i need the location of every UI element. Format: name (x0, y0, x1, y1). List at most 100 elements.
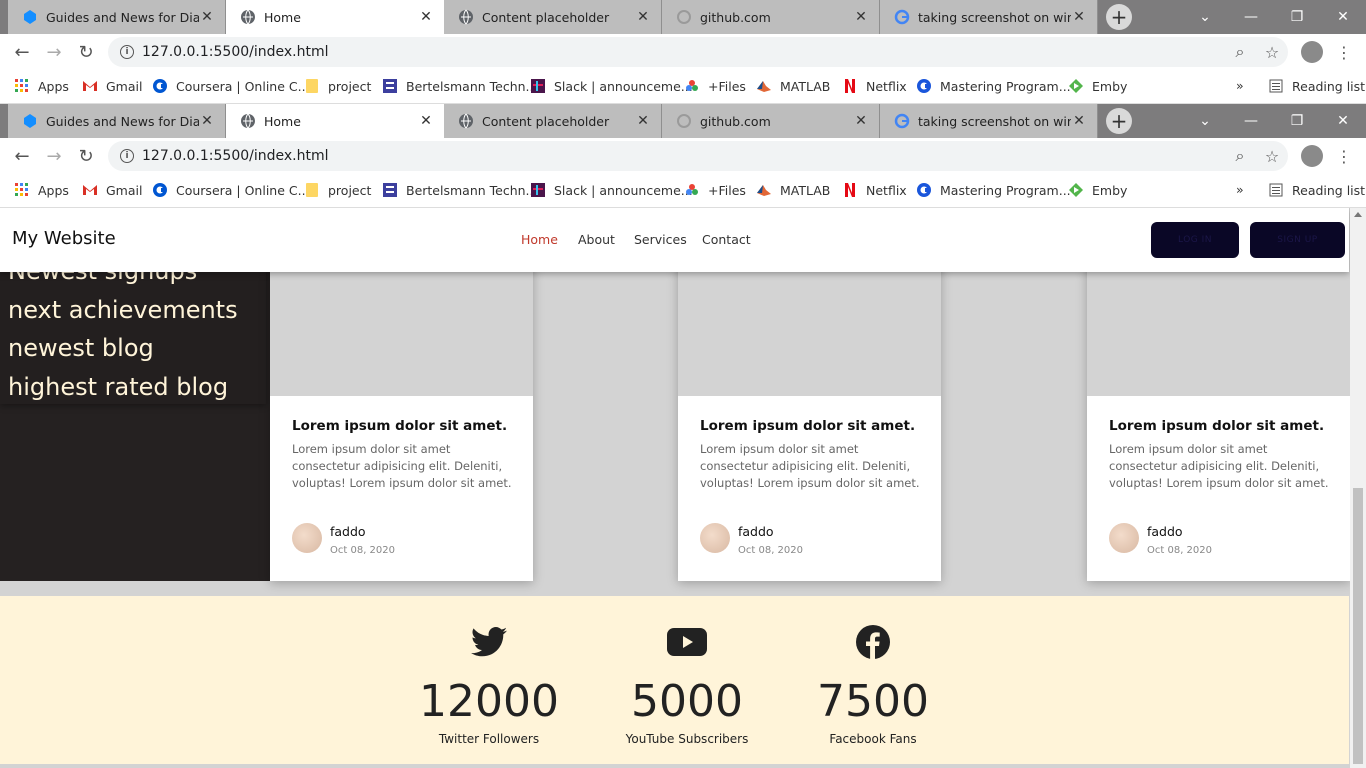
tab-home[interactable]: Home ✕ (226, 104, 444, 138)
close-icon[interactable]: ✕ (1071, 113, 1087, 129)
nav-about[interactable]: About (578, 232, 615, 247)
tab-google-search[interactable]: taking screenshot on window ✕ (880, 0, 1098, 34)
forward-button[interactable]: → (42, 144, 66, 168)
restore-button[interactable]: ❐ (1274, 0, 1320, 34)
bookmark-coursera[interactable]: Coursera | Online C... (152, 182, 310, 198)
facebook-icon[interactable] (783, 616, 963, 668)
close-icon[interactable]: ✕ (199, 113, 215, 129)
close-icon[interactable]: ✕ (853, 113, 869, 129)
site-brand[interactable]: My Website (12, 228, 116, 249)
tab-github[interactable]: github.com ✕ (662, 0, 880, 34)
tab-diablo[interactable]: Guides and News for Diablo ✕ (8, 104, 226, 138)
menu-icon[interactable]: ⋮ (1332, 144, 1356, 168)
sidebar-item-next-achievements[interactable]: next achievements (8, 291, 238, 330)
bookmark-netflix[interactable]: Netflix (842, 182, 907, 198)
minimize-button[interactable]: — (1228, 0, 1274, 34)
nav-services[interactable]: Services (634, 232, 687, 247)
bookmark-project[interactable]: project (304, 182, 371, 198)
netflix-icon (842, 78, 858, 94)
nav-home[interactable]: Home (521, 232, 558, 247)
bookmark-gmail[interactable]: Gmail (82, 182, 142, 198)
close-window-button[interactable]: ✕ (1320, 104, 1366, 138)
bookmark-project[interactable]: project (304, 78, 371, 94)
star-icon[interactable]: ☆ (1260, 40, 1284, 64)
emby-icon (1068, 78, 1084, 94)
info-icon[interactable]: i (120, 149, 134, 163)
back-button[interactable]: ← (10, 40, 34, 64)
card-author: faddo (330, 524, 366, 539)
bookmark-apps[interactable]: Apps (14, 182, 69, 198)
tab-search-icon[interactable]: ⌄ (1182, 0, 1228, 34)
sidebar-item-newest-blog[interactable]: newest blog (8, 329, 238, 368)
tab-google-search[interactable]: taking screenshot on window ✕ (880, 104, 1098, 138)
close-icon[interactable]: ✕ (418, 113, 434, 129)
tab-search-icon[interactable]: ⌄ (1182, 104, 1228, 138)
forward-button[interactable]: → (42, 40, 66, 64)
sidebar-item-highest-rated-blog[interactable]: highest rated blog (8, 368, 238, 407)
profile-avatar[interactable] (1300, 144, 1324, 168)
bookmark-files[interactable]: +Files (684, 182, 746, 198)
bookmark-bertelsmann[interactable]: Bertelsmann Techn... (382, 78, 537, 94)
bookmark-emby[interactable]: Emby (1068, 182, 1127, 198)
close-window-button[interactable]: ✕ (1320, 0, 1366, 34)
scrollbar-thumb[interactable] (1353, 488, 1363, 764)
close-icon[interactable]: ✕ (199, 9, 215, 25)
scroll-up-arrow-icon[interactable] (1354, 212, 1362, 217)
bookmark-mastering[interactable]: Mastering Program... (916, 182, 1071, 198)
close-icon[interactable]: ✕ (418, 9, 434, 25)
bookmark-gmail[interactable]: Gmail (82, 78, 142, 94)
browser-chrome: Guides and News for Diablo ✕ Home ✕ Cont… (0, 0, 1366, 104)
close-icon[interactable]: ✕ (635, 113, 651, 129)
reading-list-button[interactable]: Reading list (1268, 182, 1365, 198)
reload-button[interactable]: ↻ (74, 40, 98, 64)
bookmark-matlab[interactable]: MATLAB (756, 78, 830, 94)
new-tab-button[interactable]: + (1106, 108, 1132, 134)
bookmark-slack[interactable]: Slack | announceme... (530, 182, 693, 198)
bookmark-slack[interactable]: Slack | announceme... (530, 78, 693, 94)
bookmark-emby[interactable]: Emby (1068, 78, 1127, 94)
tab-diablo[interactable]: Guides and News for Diablo ✕ (8, 0, 226, 34)
tab-github[interactable]: github.com ✕ (662, 104, 880, 138)
slack-icon (530, 78, 546, 94)
bookmark-bertelsmann[interactable]: Bertelsmann Techn... (382, 182, 537, 198)
tab-content-placeholder[interactable]: Content placeholder ✕ (444, 0, 662, 34)
scrollbar[interactable] (1350, 208, 1366, 768)
menu-icon[interactable]: ⋮ (1332, 40, 1356, 64)
minimize-button[interactable]: — (1228, 104, 1274, 138)
youtube-icon[interactable] (597, 616, 777, 668)
zoom-icon[interactable]: ⌕ (1228, 40, 1252, 64)
loading-icon (676, 113, 692, 129)
globe-icon (458, 9, 474, 25)
reload-button[interactable]: ↻ (74, 144, 98, 168)
more-bookmarks-button[interactable]: » (1236, 182, 1244, 197)
nav-contact[interactable]: Contact (702, 232, 751, 247)
zoom-icon[interactable]: ⌕ (1228, 144, 1252, 168)
more-bookmarks-button[interactable]: » (1236, 78, 1244, 93)
address-bar[interactable]: i 127.0.0.1:5500/index.html (108, 37, 1288, 67)
bookmark-mastering[interactable]: Mastering Program... (916, 78, 1071, 94)
bookmark-apps[interactable]: Apps (14, 78, 69, 94)
restore-button[interactable]: ❐ (1274, 104, 1320, 138)
login-button[interactable]: LOG IN (1151, 222, 1239, 258)
close-icon[interactable]: ✕ (853, 9, 869, 25)
address-bar[interactable]: i 127.0.0.1:5500/index.html (108, 141, 1288, 171)
star-icon[interactable]: ☆ (1260, 144, 1284, 168)
bookmark-coursera[interactable]: Coursera | Online C... (152, 78, 310, 94)
reading-list-button[interactable]: Reading list (1268, 78, 1365, 94)
bookmark-netflix[interactable]: Netflix (842, 78, 907, 94)
back-button[interactable]: ← (10, 144, 34, 168)
bookmark-files[interactable]: +Files (684, 78, 746, 94)
tab-title: Content placeholder (482, 9, 610, 25)
close-icon[interactable]: ✕ (635, 9, 651, 25)
tab-title: Guides and News for Diablo (46, 113, 199, 129)
bookmark-matlab[interactable]: MATLAB (756, 182, 830, 198)
tab-home[interactable]: Home ✕ (226, 0, 444, 34)
twitter-icon[interactable] (399, 616, 579, 668)
browser-chrome: Guides and News for Diablo ✕ Home ✕ Cont… (0, 104, 1366, 208)
new-tab-button[interactable]: + (1106, 4, 1132, 30)
profile-avatar[interactable] (1300, 40, 1324, 64)
tab-content-placeholder[interactable]: Content placeholder ✕ (444, 104, 662, 138)
signup-button[interactable]: SIGN UP (1250, 222, 1345, 258)
info-icon[interactable]: i (120, 45, 134, 59)
close-icon[interactable]: ✕ (1071, 9, 1087, 25)
